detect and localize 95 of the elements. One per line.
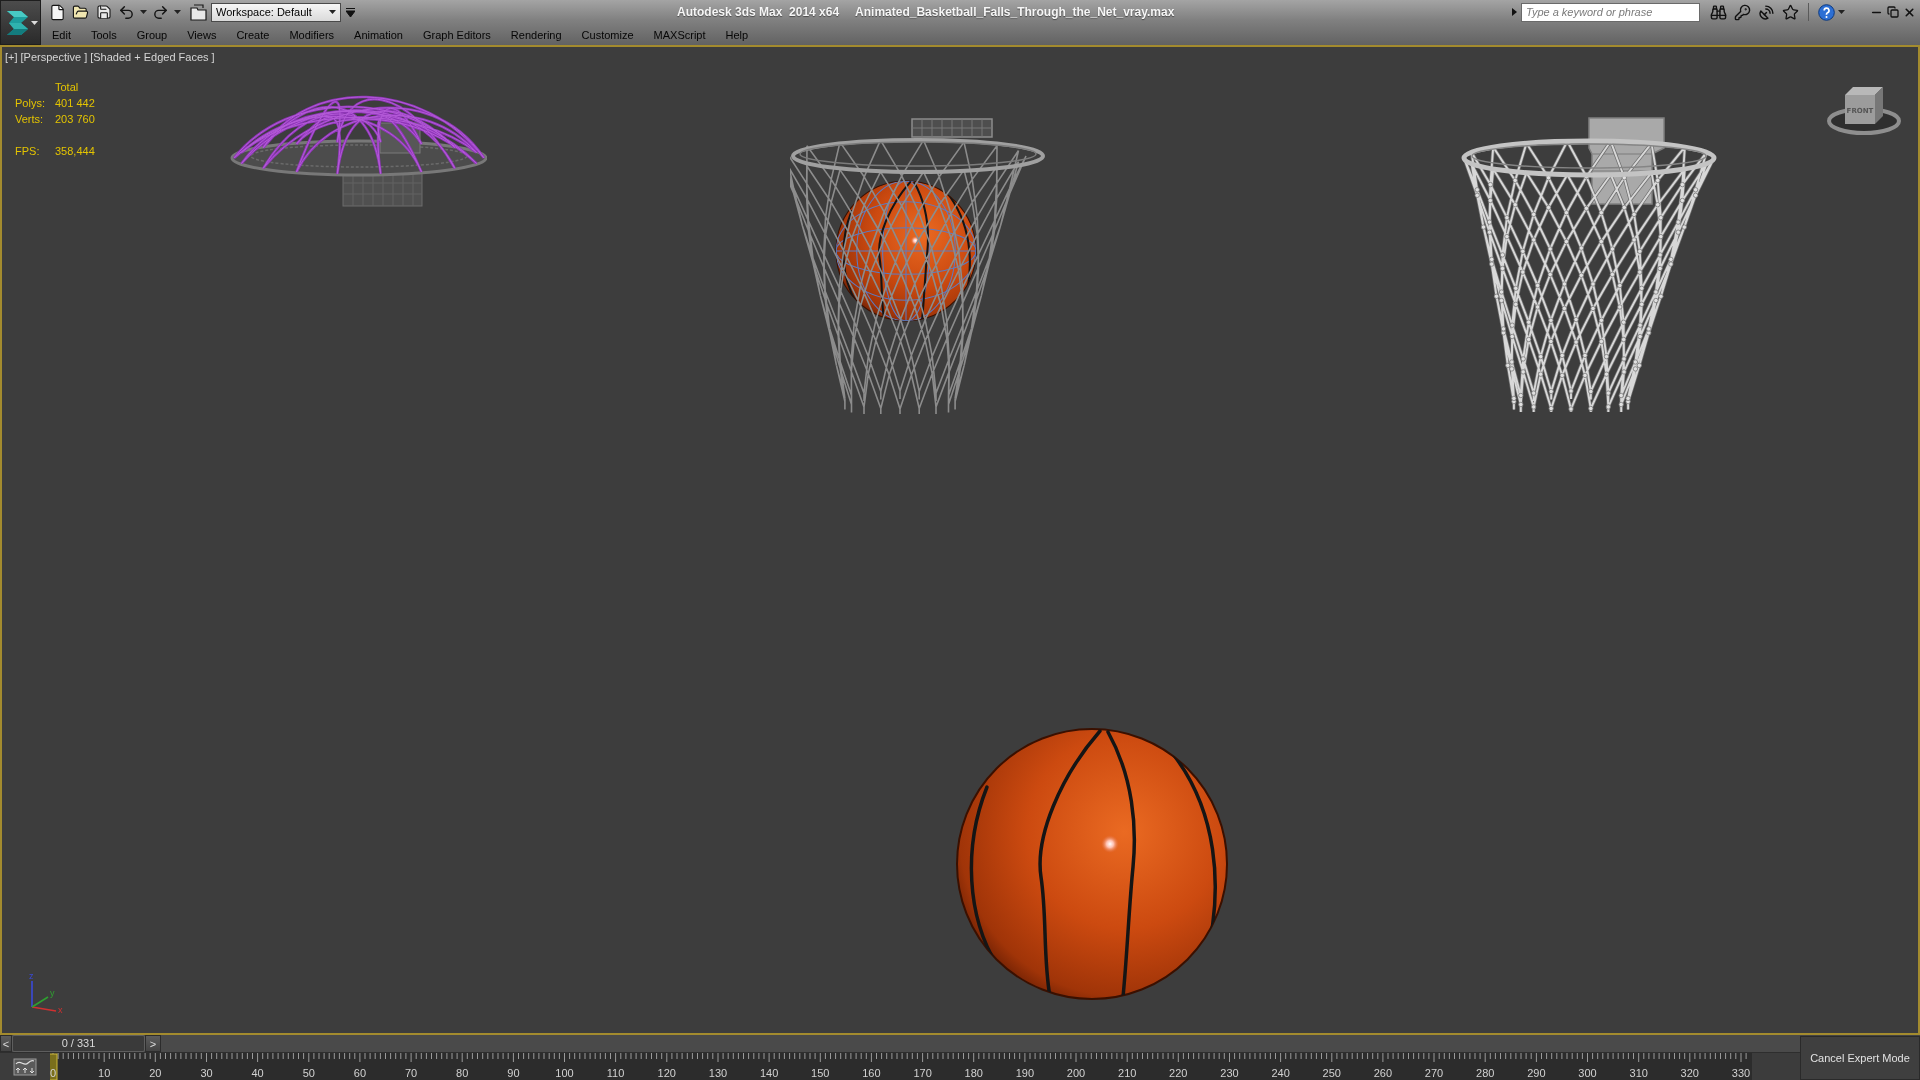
caret-icon <box>329 10 336 14</box>
frame-number: 20 <box>149 1067 162 1079</box>
frame-number: 50 <box>302 1067 315 1079</box>
binoculars-icon[interactable] <box>1710 3 1727 21</box>
menu-item[interactable]: Edit <box>42 28 81 41</box>
frame-number: 300 <box>1578 1067 1597 1079</box>
frame-number: 130 <box>708 1067 728 1079</box>
frame-number: 10 <box>98 1067 111 1079</box>
time-slider-thumb[interactable]: < 0 / 331 > <box>0 1035 161 1052</box>
viewport-label[interactable]: [+] <box>5 51 18 64</box>
stats-label: Polys: <box>15 97 46 110</box>
previous-frame-button[interactable]: < <box>0 1035 12 1052</box>
time-slider-track[interactable]: < 0 / 331 > <box>0 1035 1800 1053</box>
redo-icon[interactable] <box>152 3 169 21</box>
expand-arrow-icon[interactable] <box>1512 8 1517 16</box>
search-field[interactable]: Type a keyword or phrase <box>1521 2 1700 22</box>
stats-value: 401 442 <box>55 97 95 110</box>
menu-item[interactable]: Group <box>126 28 178 41</box>
frame-number: 310 <box>1629 1067 1648 1079</box>
frame-number: 170 <box>913 1067 932 1079</box>
restore-icon[interactable] <box>1887 6 1899 18</box>
caret-icon[interactable] <box>140 10 147 14</box>
axis-label: z <box>29 971 34 981</box>
frame-reading: 0 / 331 <box>12 1035 145 1052</box>
app-title: Autodesk 3ds Max 2014 x64 <box>677 5 840 19</box>
satellite-dish-icon[interactable] <box>1758 3 1775 21</box>
frame-number: 290 <box>1527 1067 1546 1079</box>
frame-number: 190 <box>1015 1067 1035 1079</box>
toolbar-options-icon[interactable] <box>346 7 355 17</box>
menu-item[interactable]: Animation <box>344 28 413 41</box>
frame-number: 60 <box>353 1067 366 1079</box>
frame-number: 200 <box>1066 1067 1086 1079</box>
menu-item[interactable]: Modifiers <box>279 28 345 41</box>
frame-number: 270 <box>1424 1067 1444 1079</box>
help-icon[interactable] <box>1818 3 1835 21</box>
viewport-label[interactable]: [Perspective ] <box>20 51 88 64</box>
stats-value: 358,444 <box>55 145 95 158</box>
frame-number: 250 <box>1322 1067 1341 1079</box>
workspace-dropdown[interactable]: Workspace: Default <box>211 2 341 22</box>
track-bar[interactable]: 0 10 20 30 40 50 60 70 80 90 100 110 120 130 140 150 160 170 180 190 200 210 220 230 240 250 260 270 280 290 300 310 320 330 <box>50 1053 1752 1080</box>
frame-number: 220 <box>1169 1067 1188 1079</box>
frame-number: 110 <box>606 1067 625 1079</box>
menu-item[interactable]: Rendering <box>500 28 572 41</box>
key-icon[interactable] <box>1734 3 1751 21</box>
frame-number: 160 <box>862 1067 881 1079</box>
cancel-expert-mode-button[interactable]: Cancel Expert Mode <box>1800 1036 1920 1080</box>
stats-label: FPS: <box>15 145 41 158</box>
frame-number: 240 <box>1271 1067 1290 1079</box>
menu-item[interactable]: Tools <box>80 28 127 41</box>
close-icon[interactable] <box>1903 5 1916 19</box>
frame-number: 320 <box>1680 1067 1699 1079</box>
frame-number: 0 <box>50 1067 57 1079</box>
frame-number: 180 <box>964 1067 983 1079</box>
frame-number: 90 <box>507 1067 520 1079</box>
frame-number: 70 <box>405 1067 418 1079</box>
frame-number: 140 <box>759 1067 779 1079</box>
new-file-icon[interactable] <box>49 3 66 21</box>
viewport-label[interactable]: [Shaded + Edged Faces ] <box>90 51 215 64</box>
open-folder-icon[interactable] <box>72 3 89 21</box>
frame-number: 210 <box>1118 1067 1137 1079</box>
frame-number: 330 <box>1731 1067 1751 1079</box>
menu-item[interactable]: Help <box>715 28 759 41</box>
axis-tripod-icon <box>31 980 57 1012</box>
frame-number: 260 <box>1373 1067 1393 1079</box>
next-frame-button[interactable]: > <box>145 1035 161 1052</box>
frame-number: 100 <box>555 1067 574 1079</box>
stats-value: 203 760 <box>55 113 95 126</box>
caret-icon[interactable] <box>1838 10 1845 14</box>
menu-item[interactable]: Create <box>226 28 280 41</box>
curve-editor-icon[interactable] <box>13 1057 37 1076</box>
menu-item[interactable]: Graph Editors <box>412 28 501 41</box>
file-title: Animated_Basketball_Falls_Through_the_Net_vray.max <box>855 5 1175 19</box>
caret-icon[interactable] <box>174 10 181 14</box>
menu-item[interactable]: Views <box>177 28 227 41</box>
menu-item[interactable]: Customize <box>571 28 644 41</box>
frame-number: 150 <box>811 1067 830 1079</box>
stats-label: Verts: <box>15 113 45 126</box>
menu-item[interactable]: MAXScript <box>643 28 716 41</box>
frame-number: 120 <box>657 1067 676 1079</box>
view-cube[interactable] <box>1827 87 1901 135</box>
star-icon[interactable] <box>1782 3 1799 21</box>
frame-number: 230 <box>1220 1067 1239 1079</box>
undo-icon[interactable] <box>118 3 135 21</box>
frame-number: 280 <box>1476 1067 1495 1079</box>
axis-label: y <box>50 988 55 998</box>
app-menu-button[interactable] <box>0 0 41 45</box>
frame-number: 40 <box>251 1067 264 1079</box>
save-icon[interactable] <box>96 4 112 20</box>
current-frame-marker[interactable] <box>50 1053 58 1080</box>
stats-header: Total <box>55 81 80 94</box>
frame-number: 80 <box>456 1067 469 1079</box>
project-folder-icon[interactable] <box>190 3 207 21</box>
axis-label: x <box>58 1005 63 1015</box>
caret-icon <box>30 20 38 25</box>
frame-number: 30 <box>200 1067 213 1079</box>
